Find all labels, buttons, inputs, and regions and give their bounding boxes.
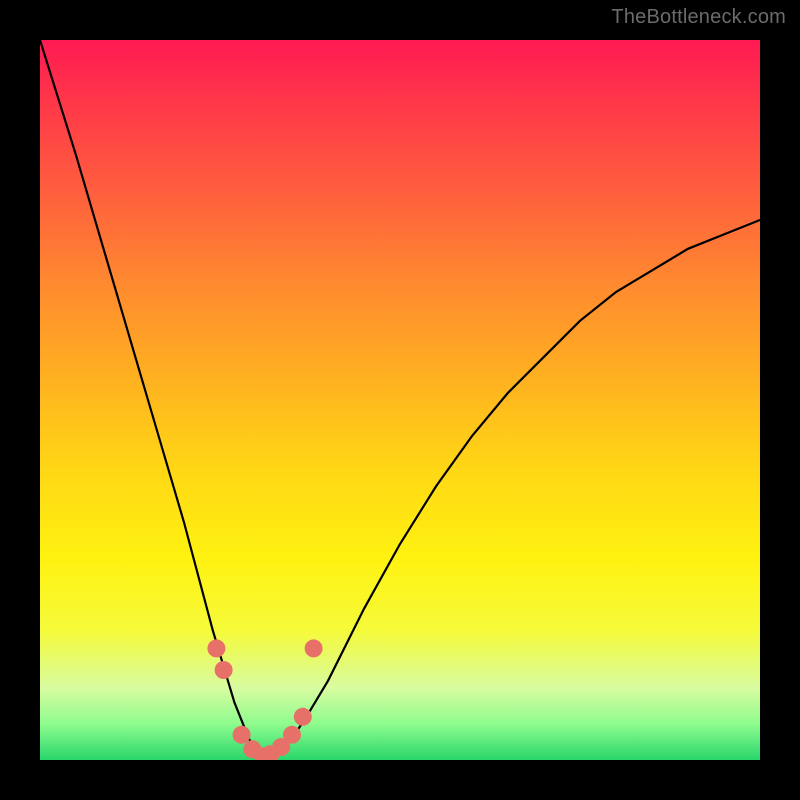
bottleneck-curve: [40, 40, 760, 760]
watermark-text: TheBottleneck.com: [611, 6, 786, 29]
curve-marker: [233, 726, 251, 744]
chart-svg: [40, 40, 760, 760]
chart-frame: TheBottleneck.com: [0, 0, 800, 800]
curve-marker: [305, 639, 323, 657]
curve-marker: [207, 639, 225, 657]
curve-marker: [283, 726, 301, 744]
chart-plot-area: [40, 40, 760, 760]
curve-marker: [294, 708, 312, 726]
curve-marker: [215, 661, 233, 679]
curve-markers: [207, 639, 322, 760]
